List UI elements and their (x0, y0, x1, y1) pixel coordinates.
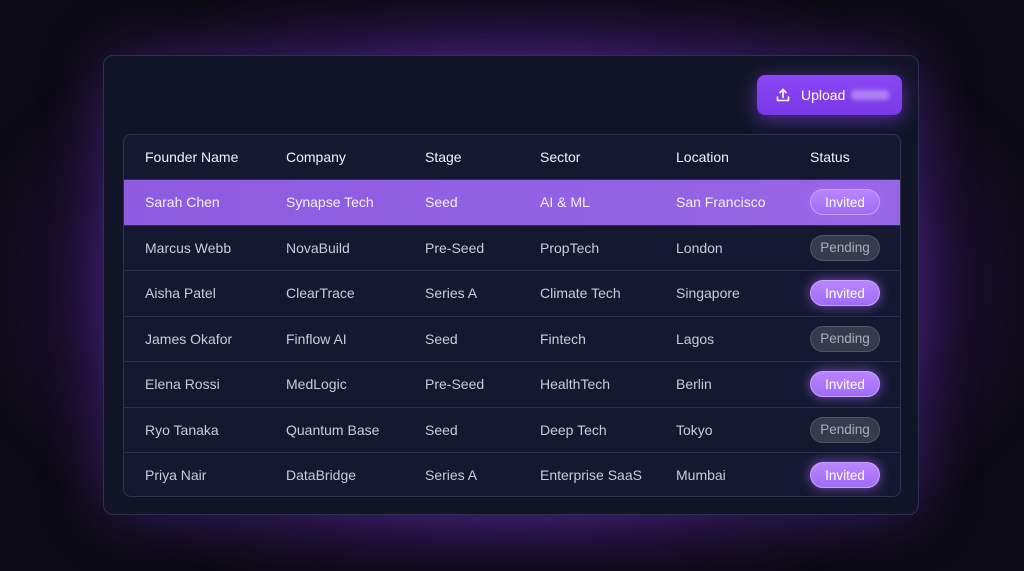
table-row[interactable]: Elena Rossi MedLogic Pre-Seed HealthTech Ber… (124, 361, 900, 407)
founders-card: Upload Founder Name Company Stage Sector… (103, 55, 919, 515)
status-badge: Invited (810, 189, 880, 216)
table-row[interactable]: Sarah Chen Synapse Tech Seed AI & ML San Fra… (124, 179, 900, 225)
sector-cell: AI & ML (540, 194, 590, 211)
founder-name-cell: Priya Nair (145, 467, 207, 484)
location-cell: London (676, 239, 723, 256)
founder-name-cell: Aisha Patel (145, 285, 216, 302)
sector-cell: PropTech (540, 239, 600, 256)
table-header: Founder Name Company Stage Sector Locati… (124, 135, 900, 179)
location-cell: Lagos (676, 330, 715, 347)
founder-name-cell: Marcus Webb (145, 239, 232, 256)
status-badge: Pending (810, 416, 880, 443)
column-header-founder-name[interactable]: Founder Name (145, 135, 238, 179)
status-cell: Pending (810, 317, 880, 362)
company-cell: Finflow AI (286, 330, 347, 347)
status-badge: Pending (810, 325, 880, 352)
table-row[interactable]: James Okafor Finflow AI Seed Fintech Lagos Pe… (124, 315, 900, 362)
status-badge: Invited (810, 280, 880, 307)
upload-button[interactable]: Upload (757, 75, 902, 115)
location-cell: San Francisco (676, 194, 766, 211)
stage-cell: Pre-Seed (425, 239, 485, 256)
company-cell: DataBridge (286, 467, 357, 484)
table-row[interactable]: Priya Nair DataBridge Series A Enterprise S… (124, 452, 900, 496)
location-cell: Tokyo (676, 421, 713, 438)
status-cell: Pending (810, 408, 880, 453)
stage-cell: Seed (425, 194, 458, 211)
founder-name-cell: James Okafor (145, 330, 233, 347)
sector-cell: Fintech (540, 330, 586, 347)
column-header-location[interactable]: Location (676, 135, 729, 179)
stage-cell: Pre-Seed (425, 376, 485, 393)
status-cell: Invited (810, 180, 880, 225)
founder-name-cell: Ryo Tanaka (145, 421, 219, 438)
sector-cell: Climate Tech (540, 285, 621, 302)
stage-cell: Series A (425, 285, 478, 302)
status-badge: Invited (810, 462, 880, 489)
location-cell: Singapore (676, 285, 740, 302)
column-header-sector[interactable]: Sector (540, 135, 580, 179)
upload-icon (776, 88, 790, 102)
upload-button-label: Upload (801, 87, 846, 103)
founders-table: Founder Name Company Stage Sector Locati… (123, 134, 901, 497)
status-badge: Invited (810, 371, 880, 398)
founder-name-cell: Sarah Chen (145, 194, 220, 211)
location-cell: Mumbai (676, 467, 726, 484)
column-header-status[interactable]: Status (810, 135, 850, 179)
table-row[interactable]: Aisha Patel ClearTrace Series A Climate Tec… (124, 270, 900, 316)
status-cell: Invited (810, 453, 880, 496)
company-cell: MedLogic (286, 376, 347, 393)
sector-cell: Deep Tech (540, 421, 607, 438)
status-badge: Pending (810, 234, 880, 261)
company-cell: NovaBuild (286, 239, 350, 256)
sector-cell: HealthTech (540, 376, 611, 393)
company-cell: ClearTrace (286, 285, 355, 302)
stage-cell: Seed (425, 330, 458, 347)
status-cell: Invited (810, 271, 880, 316)
column-header-stage[interactable]: Stage (425, 135, 462, 179)
column-header-company[interactable]: Company (286, 135, 346, 179)
sector-cell: Enterprise SaaS (540, 467, 642, 484)
location-cell: Berlin (676, 376, 712, 393)
table-row[interactable]: Marcus Webb NovaBuild Pre-Seed PropTech Lond… (124, 224, 900, 271)
blurred-text (851, 90, 890, 100)
status-cell: Pending (810, 226, 880, 271)
stage-cell: Series A (425, 467, 478, 484)
company-cell: Quantum Base (286, 421, 380, 438)
table-row[interactable]: Ryo Tanaka Quantum Base Seed Deep Tech Tokyo… (124, 406, 900, 453)
status-cell: Invited (810, 362, 880, 407)
founder-name-cell: Elena Rossi (145, 376, 220, 393)
stage-cell: Seed (425, 421, 458, 438)
company-cell: Synapse Tech (286, 194, 374, 211)
